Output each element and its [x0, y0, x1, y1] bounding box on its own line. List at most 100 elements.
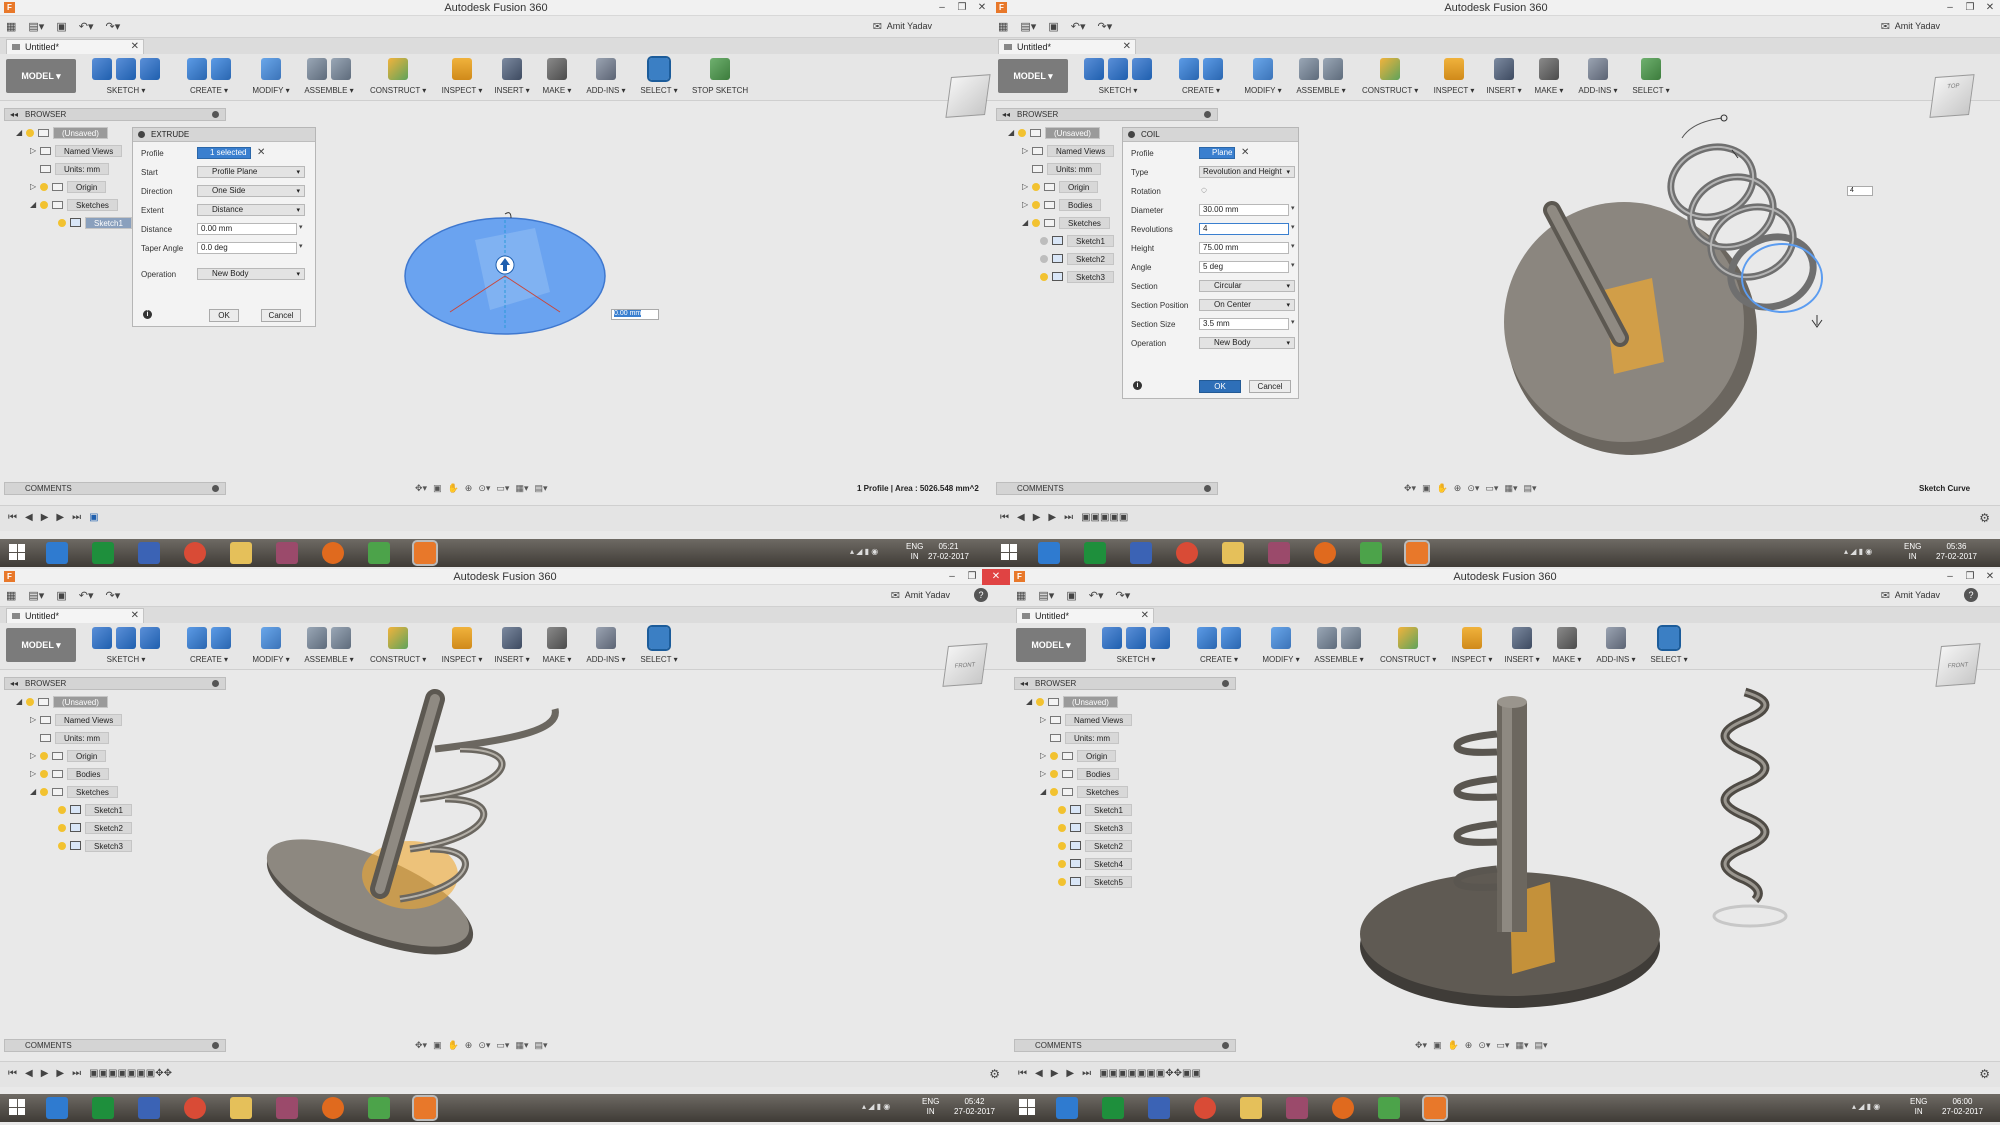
app-icon[interactable] [1286, 1097, 1308, 1119]
message-icon[interactable]: ✉ [873, 20, 882, 33]
inspect-group[interactable]: INSPECT ▾ [440, 58, 484, 95]
expand-icon[interactable]: ▷ [30, 146, 40, 155]
make-group[interactable]: MAKE ▾ [540, 58, 574, 95]
viewports-icon[interactable]: ▤▾ [534, 483, 547, 494]
direction-dropdown[interactable]: One Side ▾ [197, 185, 305, 197]
browser-sketch3[interactable]: Sketch3 [1040, 270, 1114, 283]
pan-icon[interactable]: ✋ [1437, 483, 1448, 494]
firefox-icon[interactable] [1332, 1097, 1354, 1119]
app-icon[interactable] [1268, 542, 1290, 564]
expand-icon[interactable]: ◢ [30, 787, 40, 796]
zoom-icon[interactable]: ⊕ [1454, 483, 1462, 494]
taper-input[interactable]: 0.0 deg [197, 242, 297, 254]
assemble-group[interactable]: ASSEMBLE ▾ [1312, 627, 1366, 664]
viewports-icon[interactable]: ▤▾ [1534, 1040, 1547, 1051]
view-cube[interactable] [945, 74, 991, 118]
ie-icon[interactable] [1056, 1097, 1078, 1119]
pin-icon[interactable] [1222, 1042, 1229, 1049]
browser-named-views[interactable]: ▷ Named Views [1022, 144, 1115, 157]
play-icon[interactable]: ▶ [41, 512, 49, 523]
app-icon[interactable] [1148, 1097, 1170, 1119]
ok-button[interactable]: OK [209, 309, 239, 322]
grid-icon[interactable]: ▦▾ [1515, 1040, 1528, 1051]
minimize-icon[interactable]: – [932, 0, 952, 16]
construct-group[interactable]: CONSTRUCT ▾ [1380, 627, 1436, 664]
app-icon[interactable] [1360, 542, 1382, 564]
modify-group[interactable]: MODIFY ▾ [252, 627, 290, 664]
operation-dropdown[interactable]: New Body ▾ [197, 268, 305, 280]
type-dropdown[interactable]: Revolution and Height ▾ [1199, 166, 1295, 178]
browser-bodies[interactable]: ▷ Bodies [30, 767, 110, 780]
user-name[interactable]: Amit Yadav [887, 21, 932, 31]
prev-icon[interactable]: ◀ [1017, 512, 1025, 523]
caret-icon[interactable]: ▾ [299, 242, 303, 250]
coil-preview-scene[interactable] [1392, 100, 1872, 470]
visibility-bulb-icon[interactable] [1040, 272, 1048, 281]
zoom-window-icon[interactable]: ⊙▾ [478, 483, 490, 494]
timeline-features-icon[interactable]: ▣▣▣▣▣▣▣✥✥▣▣ [1099, 1068, 1201, 1079]
gear-icon[interactable]: ⚙ [1979, 511, 1990, 525]
clock[interactable]: 05:36 27-02-2017 [1936, 542, 1977, 562]
file-icon[interactable]: ▤▾ [1038, 589, 1054, 602]
select-group[interactable]: SELECT ▾ [640, 56, 678, 95]
zoom-icon[interactable]: ⊕ [1465, 1040, 1473, 1051]
tray-icons[interactable]: ▴ ◢ ▮ ◉ [862, 1102, 890, 1111]
make-group[interactable]: MAKE ▾ [540, 627, 574, 664]
last-icon[interactable]: ⏭ [72, 512, 81, 523]
workspace-mode-button[interactable]: MODEL ▾ [998, 59, 1068, 93]
browser-sketch5[interactable]: Sketch5 [1058, 875, 1132, 888]
expand-icon[interactable]: ◢ [16, 128, 26, 137]
start-icon[interactable] [9, 544, 25, 560]
create-group[interactable]: CREATE ▾ [184, 627, 234, 664]
section-size-input[interactable]: 3.5 mm [1199, 318, 1289, 330]
assemble-group[interactable]: ASSEMBLE ▾ [302, 58, 356, 95]
visibility-bulb-icon[interactable] [40, 200, 48, 209]
first-icon[interactable]: ⏮ [1000, 512, 1009, 523]
cancel-button[interactable]: Cancel [261, 309, 301, 322]
caret-icon[interactable]: ▾ [1291, 318, 1295, 326]
browser-sketch4[interactable]: Sketch4 [1058, 857, 1132, 870]
visibility-bulb-icon[interactable] [58, 218, 66, 227]
expand-icon[interactable]: ▷ [1040, 751, 1050, 760]
browser-root[interactable]: ◢ (Unsaved) [1008, 126, 1100, 139]
construct-group[interactable]: CONSTRUCT ▾ [370, 627, 426, 664]
make-group[interactable]: MAKE ▾ [1550, 627, 1584, 664]
visibility-bulb-icon[interactable] [40, 751, 48, 760]
redo-icon[interactable]: ↷▾ [105, 589, 120, 602]
collapse-icon[interactable]: ◂◂ [10, 678, 18, 689]
addins-group[interactable]: ADD-INS ▾ [584, 627, 628, 664]
comments-panel[interactable]: COMMENTS [4, 1039, 226, 1052]
browser-header[interactable]: ◂◂ BROWSER [996, 108, 1218, 121]
ie-icon[interactable] [1038, 542, 1060, 564]
explorer-icon[interactable] [1240, 1097, 1262, 1119]
timeline-features-icon[interactable]: ▣▣▣▣▣ [1081, 512, 1128, 523]
dialog-pin-icon[interactable] [1128, 131, 1135, 138]
pin-icon[interactable] [212, 111, 219, 118]
prev-icon[interactable]: ◀ [25, 1068, 33, 1079]
distance-input[interactable]: 0.00 mm [197, 223, 297, 235]
angle-input[interactable]: 5 deg [1199, 261, 1289, 273]
tray-icons[interactable]: ▴ ◢ ▮ ◉ [1852, 1102, 1880, 1111]
close-icon[interactable]: ✕ [1980, 0, 2000, 16]
user-name[interactable]: Amit Yadav [1895, 21, 1940, 31]
construct-group[interactable]: CONSTRUCT ▾ [1362, 58, 1418, 95]
grid-icon[interactable]: ▦▾ [1504, 483, 1517, 494]
undo-icon[interactable]: ↶▾ [1089, 589, 1104, 602]
visibility-bulb-icon[interactable] [58, 841, 66, 850]
visibility-bulb-icon[interactable] [40, 769, 48, 778]
tab-untitled[interactable]: Untitled* ✕ [998, 39, 1136, 54]
browser-units[interactable]: Units: mm [1032, 162, 1101, 175]
next-icon[interactable]: ▶ [56, 1068, 64, 1079]
revolutions-manipulator-input[interactable]: 4 [1847, 186, 1873, 196]
orbit-icon[interactable]: ✥▾ [415, 1040, 427, 1051]
view-cube[interactable]: FRONT [942, 643, 988, 687]
select-group[interactable]: SELECT ▾ [1632, 58, 1670, 95]
select-group[interactable]: SELECT ▾ [640, 625, 678, 664]
tab-untitled[interactable]: Untitled* ✕ [6, 608, 144, 623]
expand-icon[interactable]: ▷ [30, 769, 40, 778]
app-icon[interactable] [368, 1097, 390, 1119]
pin-icon[interactable] [212, 485, 219, 492]
insert-group[interactable]: INSERT ▾ [1504, 627, 1540, 664]
look-at-icon[interactable]: ▣ [433, 483, 442, 494]
display-settings-icon[interactable]: ▭▾ [496, 1040, 509, 1051]
